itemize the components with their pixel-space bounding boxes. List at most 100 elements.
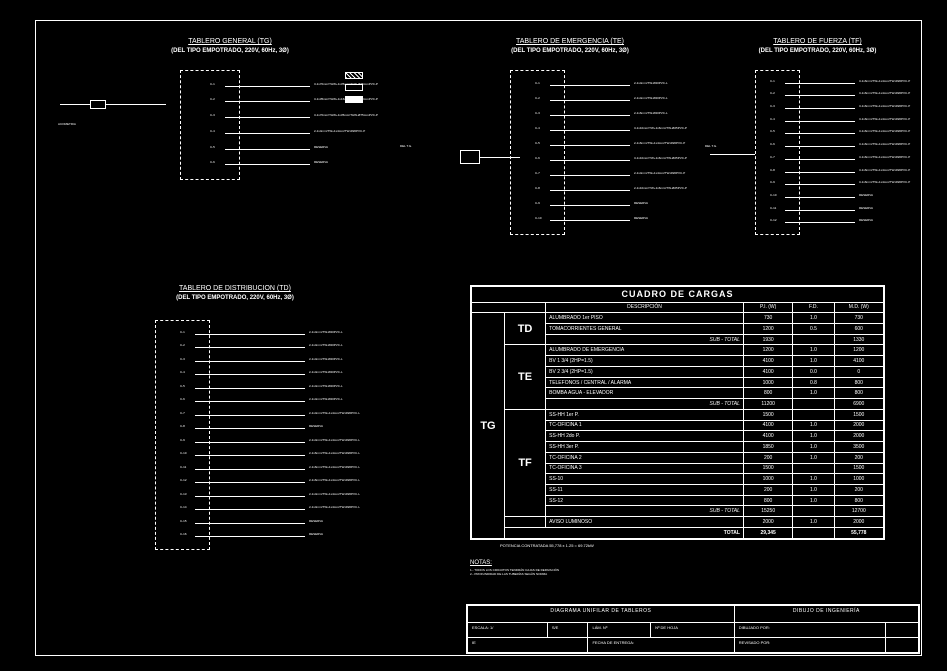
tb-drawn-l: DIBUJADO POR: <box>734 622 885 637</box>
cell-md: 1500 <box>834 409 883 420</box>
circuit-line <box>785 95 855 96</box>
circuit-desc: RESERVA <box>309 519 323 523</box>
circuit-line <box>785 222 855 223</box>
cell-pi: 1500 <box>743 409 792 420</box>
circuit-desc: 2-1x4mm²TW-Ø20PVC-L <box>309 357 343 361</box>
cell-desc: BV 2 3/4 (2HP=1.5) <box>546 366 744 377</box>
circuit-tag: C-10 <box>770 193 777 197</box>
circuit-desc: 2-1x6mm²TW+1x4mm²TW-Ø20PVC-L <box>309 465 360 469</box>
extra-fd: 1.0 <box>793 517 834 528</box>
panel-te: TABLERO DE EMERGENCIA (TE) (DEL TIPO EMP… <box>445 38 695 54</box>
circuit-tag: C-3 <box>210 113 215 117</box>
group-label: TD <box>504 313 545 345</box>
circuit-line <box>785 210 855 211</box>
cell-fd: 1.0 <box>793 474 834 485</box>
circuit-tag: C-5 <box>535 141 540 145</box>
subtotal-desc: SUB - TOTAL <box>546 399 744 410</box>
cell-fd: 1.0 <box>793 431 834 442</box>
circuit-line <box>550 115 630 116</box>
circuit-tag: C-3 <box>535 111 540 115</box>
circuit-tag: C-6 <box>210 160 215 164</box>
cell-fd: 1.0 <box>793 495 834 506</box>
cell-md: 600 <box>834 324 883 335</box>
circuit-desc: 3-1x70mm²THW+1x35mm²THW-Ø75mmPVC-P <box>314 113 378 117</box>
cell-md: 1200 <box>834 345 883 356</box>
cell-md: 2000 <box>834 431 883 442</box>
legend-tf <box>345 96 363 103</box>
circuit-desc: 3-1x6mm²TW+1x4mm²TW-Ø20PVC-P <box>859 104 910 108</box>
cell-md: 800 <box>834 388 883 399</box>
subtotal-fd <box>793 334 834 345</box>
circuit-tag: C-10 <box>180 451 187 455</box>
circuit-tag: C-4 <box>210 129 215 133</box>
circuit-line <box>195 334 305 335</box>
circuit-tag: C-15 <box>180 519 187 523</box>
circuit-line <box>785 121 855 122</box>
load-title: CUADRO DE CARGAS <box>472 287 884 303</box>
circuit-desc: 2-1x4mm²TW-Ø20PVC-L <box>309 330 343 334</box>
tb-sheet-v: IE <box>468 637 588 652</box>
circuit-line <box>195 482 305 483</box>
circuit-line <box>550 220 630 221</box>
cell-md: 200 <box>834 485 883 496</box>
cell-fd: 0.5 <box>793 324 834 335</box>
circuit-line <box>785 83 855 84</box>
circuit-line <box>550 85 630 86</box>
circuit-desc: 3-1x6mm²TW+1x4mm²TW-Ø20PVC-P <box>859 142 910 146</box>
tb-date-l: FECHA DE ENTREGA: <box>588 637 734 652</box>
circuit-tag: C-4 <box>535 126 540 130</box>
cell-desc: BOMBA AGUA - ELEVADOR <box>546 388 744 399</box>
circuit-desc: RESERVA <box>309 532 323 536</box>
cell-desc: ALUMBRADO 1er PISO <box>546 313 744 324</box>
note-2: 2.- PROFUNDIDAD DE LAS TUBERÍAS SEGÚN NO… <box>470 572 559 576</box>
circuit-tag: C-1 <box>770 79 775 83</box>
circuit-tag: C-7 <box>535 171 540 175</box>
cell-pi: 4100 <box>743 420 792 431</box>
circuit-desc: 2-1x6mm²TW-Ø20PVC-L <box>634 111 668 115</box>
circuit-desc: 2-1x4mm²TW+1x4mm²TW-Ø20PVC-P <box>634 171 685 175</box>
te-title: TABLERO DE EMERGENCIA (TE) <box>445 38 695 45</box>
legend-te <box>345 84 363 91</box>
circuit-tag: C-1 <box>535 81 540 85</box>
circuit-desc: RESERVA <box>859 218 873 222</box>
circuit-tag: C-12 <box>180 478 187 482</box>
subtotal-fd <box>793 506 834 517</box>
tg-subtitle: (DEL TIPO EMPOTRADO, 220V, 60Hz, 3Ø) <box>110 48 350 54</box>
circuit-tag: C-2 <box>210 97 215 101</box>
cell-desc: ALUMBRADO DE EMERGENCIA <box>546 345 744 356</box>
circuit-tag: C-5 <box>770 129 775 133</box>
cell-fd <box>793 463 834 474</box>
circuit-desc: RESERVA <box>859 206 873 210</box>
tf-subtitle: (DEL TIPO EMPOTRADO, 220V, 60Hz, 3Ø) <box>720 48 915 54</box>
circuit-line <box>785 108 855 109</box>
cell-pi: 1500 <box>743 463 792 474</box>
circuit-line <box>195 509 305 510</box>
circuit-line <box>550 175 630 176</box>
circuit-desc: 3-1x6mm²TW+1x4mm²TW-Ø20PVC-P <box>859 79 910 83</box>
circuit-tag: C-8 <box>535 186 540 190</box>
subtotal-fd <box>793 399 834 410</box>
td-box <box>155 320 210 550</box>
cell-md: 3500 <box>834 442 883 453</box>
circuit-line <box>195 401 305 402</box>
cell-desc: TC-OFICINA 2 <box>546 452 744 463</box>
circuit-tag: C-2 <box>180 343 185 347</box>
circuit-desc: 3-1x6mm²TW+1x4mm²TW-Ø20PVC-P <box>859 180 910 184</box>
circuit-line <box>785 184 855 185</box>
circuit-line <box>225 149 310 150</box>
circuit-desc: 2-1x4mm²TW+1x4mm²TW-Ø20PVC-P <box>314 129 365 133</box>
circuit-line <box>785 197 855 198</box>
circuit-tag: C-3 <box>770 104 775 108</box>
circuit-line <box>550 100 630 101</box>
te-subtitle: (DEL TIPO EMPOTRADO, 220V, 60Hz, 3Ø) <box>445 48 695 54</box>
hdr-pi: P.I. (W) <box>743 302 792 313</box>
cell-md: 200 <box>834 452 883 463</box>
circuit-line <box>225 133 310 134</box>
notes-title: NOTAS: <box>470 560 492 566</box>
cell-pi: 1200 <box>743 324 792 335</box>
circuit-tag: C-10 <box>535 216 542 220</box>
subtotal-desc: SUB - TOTAL <box>546 506 744 517</box>
subtotal-pi: 1930 <box>743 334 792 345</box>
circuit-desc: 2-1x4mm²TW-Ø20PVC-L <box>309 397 343 401</box>
circuit-line <box>550 190 630 191</box>
